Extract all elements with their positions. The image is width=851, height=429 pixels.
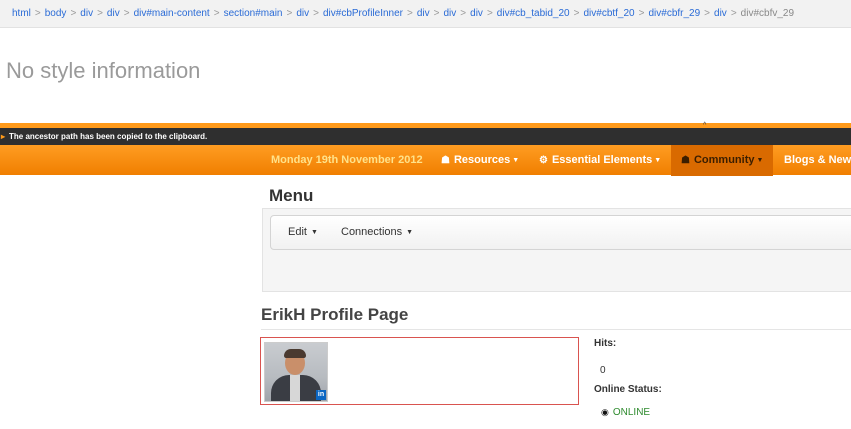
nav-item-label: Essential Elements <box>551 154 653 166</box>
breadcrumb-separator: > <box>638 8 645 19</box>
breadcrumb-item[interactable]: div <box>80 8 93 19</box>
breadcrumb-separator: > <box>486 8 493 19</box>
menu-item-edit[interactable]: Edit ▼ <box>288 216 318 249</box>
breadcrumb-separator: > <box>286 8 293 19</box>
breadcrumb-separator: > <box>97 8 103 19</box>
breadcrumb-item[interactable]: section#main <box>224 8 283 19</box>
page-title: ErikH Profile Page <box>261 305 409 324</box>
breadcrumb-separator: > <box>34 8 41 19</box>
breadcrumb-item[interactable]: div <box>714 8 727 19</box>
breadcrumb-item[interactable]: div <box>470 8 483 19</box>
breadcrumb-item[interactable]: div <box>296 8 309 19</box>
menu-title: Menu <box>269 186 314 205</box>
caret-down-icon: ▼ <box>512 157 520 164</box>
breadcrumb-item[interactable]: div#cbfr_29 <box>648 8 700 19</box>
breadcrumb-separator: > <box>573 8 580 19</box>
breadcrumb-item[interactable]: html <box>12 8 31 19</box>
breadcrumb-item[interactable]: div#cbProfileInner <box>323 8 403 19</box>
group-icon: ☗ <box>681 155 690 166</box>
breadcrumb-separator: > <box>704 8 711 19</box>
briefcase-icon: ☗ <box>441 155 450 166</box>
nav-item-essential-elements[interactable]: ⚙ Essential Elements ▼ <box>539 145 661 176</box>
title-divider <box>261 329 851 330</box>
breadcrumb-separator: > <box>213 8 220 19</box>
hits-value: 0 <box>600 365 606 376</box>
breadcrumb: html > body > div > div > div#main-content > secti… <box>0 0 851 28</box>
breadcrumb-separator: > <box>70 8 77 19</box>
breadcrumb-separator: > <box>123 8 130 19</box>
menu-bar: Edit ▼ Connections ▼ <box>270 215 851 250</box>
main-nav: Monday 19th November 2012 ☗ Resources ▼ ⚙ E… <box>0 145 851 176</box>
online-status-value: ONLINE <box>612 407 651 418</box>
breadcrumb-item[interactable]: div#main-content <box>134 8 210 19</box>
caret-down-icon: ▼ <box>406 229 414 236</box>
nav-item-community[interactable]: ☗ Community ▼ <box>671 145 774 176</box>
breadcrumb-item[interactable]: div#cbfv_29 <box>741 8 794 19</box>
online-status-label: Online Status: <box>594 384 662 395</box>
nav-item-label: Community <box>693 154 755 166</box>
eye-icon: ◉ <box>601 407 609 417</box>
breadcrumb-item[interactable]: div#cbtf_20 <box>583 8 634 19</box>
breadcrumb-separator: > <box>407 8 413 19</box>
menu-item-label: Edit <box>288 226 307 238</box>
breadcrumb-item[interactable]: div <box>417 8 430 19</box>
breadcrumb-item[interactable]: div <box>444 8 457 19</box>
toast-text: The ancestor path has been copied to the… <box>9 132 208 141</box>
menu-item-connections[interactable]: Connections ▼ <box>341 216 413 249</box>
avatar[interactable]: in <box>264 342 328 402</box>
nav-date: Monday 19th November 2012 <box>271 154 423 166</box>
nav-item-label: Resources <box>453 154 511 166</box>
avatar-hair <box>284 349 306 358</box>
breadcrumb-separator: > <box>313 8 319 19</box>
nav-item-resources[interactable]: ☗ Resources ▼ <box>441 145 519 176</box>
avatar-shirt <box>290 375 300 401</box>
nav-item-blogs-news[interactable]: Blogs & News <box>784 145 851 175</box>
caret-down-icon: ▼ <box>756 157 764 164</box>
linkedin-icon[interactable]: in <box>316 390 326 400</box>
hits-label: Hits: <box>594 338 617 349</box>
clipboard-toast: ▸ The ancestor path has been copied to t… <box>0 128 851 145</box>
online-status: ◉ ONLINE <box>601 407 650 418</box>
menu-item-label: Connections <box>341 226 403 238</box>
breadcrumb-separator: > <box>730 8 737 19</box>
cogs-icon: ⚙ <box>539 155 548 166</box>
arrow-right-icon: ▸ <box>1 132 6 141</box>
nav-item-label: Blogs & News <box>784 154 851 166</box>
breadcrumb-separator: > <box>433 8 440 19</box>
breadcrumb-item[interactable]: div#cb_tabid_20 <box>497 8 570 19</box>
caret-down-icon: ▼ <box>654 157 662 164</box>
breadcrumb-separator: > <box>460 8 467 19</box>
caret-down-icon: ▼ <box>310 229 318 236</box>
breadcrumb-item[interactable]: body <box>45 8 67 19</box>
breadcrumb-item[interactable]: div <box>107 8 120 19</box>
no-style-message: No style information <box>6 58 201 83</box>
